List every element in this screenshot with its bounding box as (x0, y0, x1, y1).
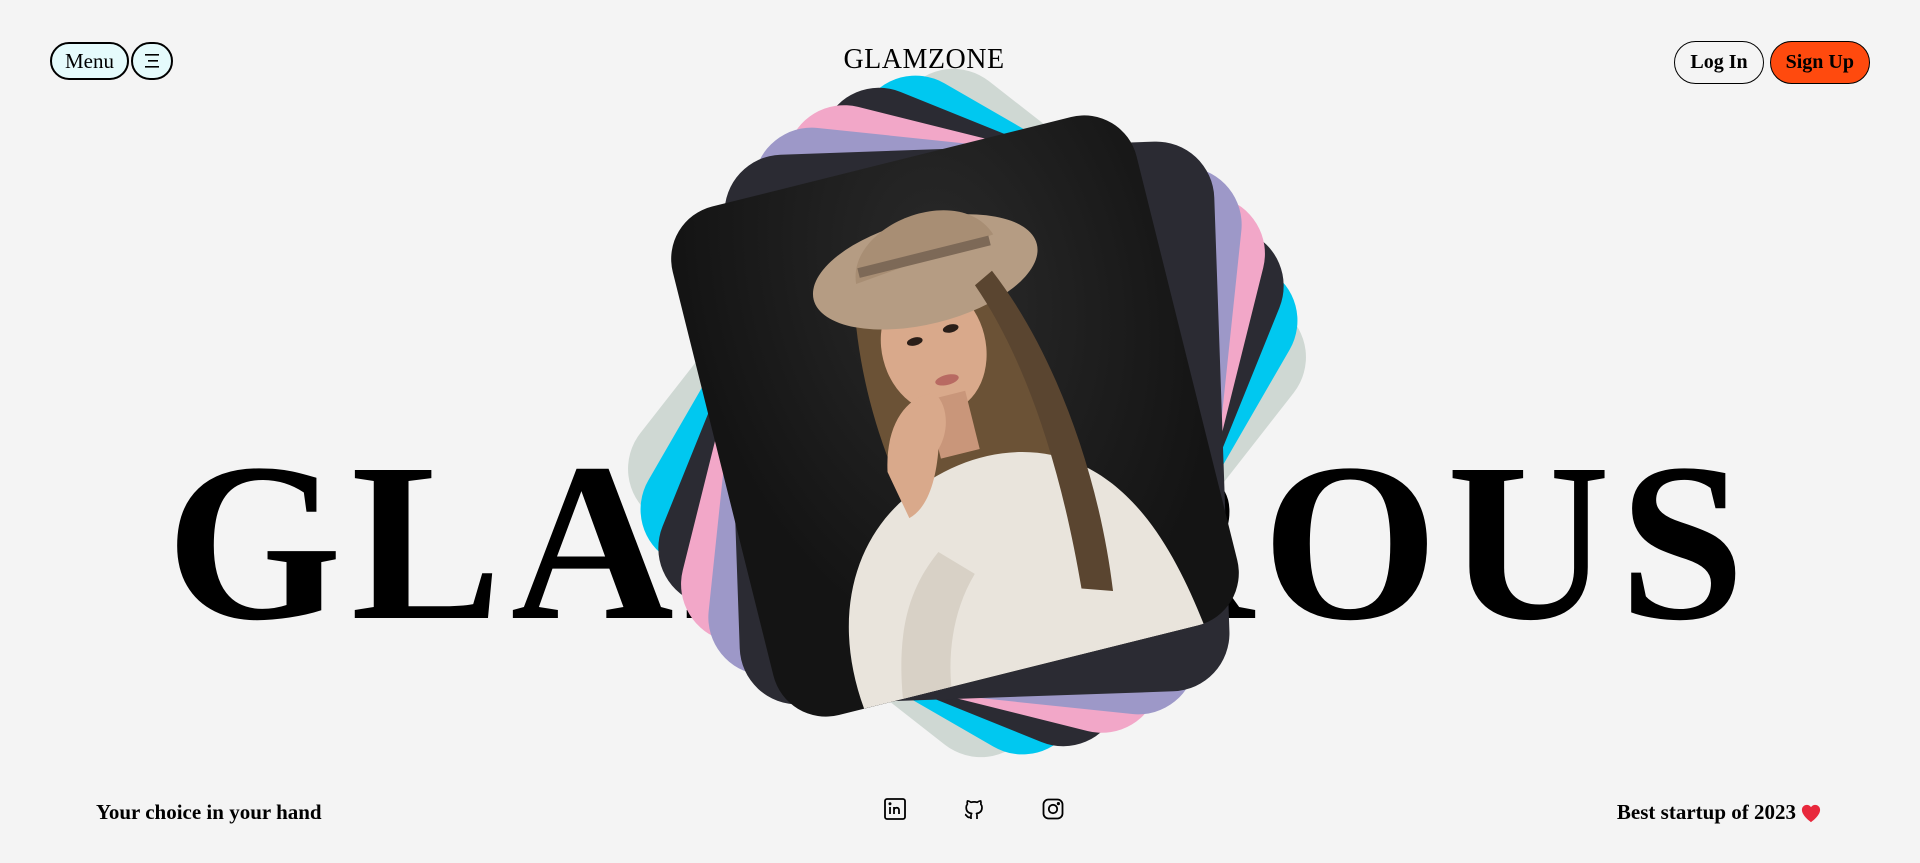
instagram-icon[interactable] (1040, 796, 1066, 822)
header: Menu GLAMZONE Log In Sign Up (0, 0, 1920, 125)
tagline: Your choice in your hand (96, 800, 322, 824)
heart-icon (1801, 804, 1821, 822)
auth-buttons: Log In Sign Up (1674, 41, 1870, 84)
hero-headline: GLAMOROUS (166, 417, 1754, 667)
stack-card (604, 45, 1330, 781)
award-text: Best startup of 2023 (1616, 800, 1796, 824)
stack-card (619, 54, 1319, 776)
login-label: Log In (1690, 51, 1748, 73)
social-links (882, 796, 1066, 822)
brand-logo[interactable]: GLAMZONE (0, 44, 1848, 76)
signup-label: Sign Up (1785, 51, 1854, 73)
github-icon[interactable] (961, 796, 987, 822)
award-text-group: Best startup of 2023 (1617, 800, 1822, 825)
linkedin-icon[interactable] (882, 796, 908, 822)
landing-page: Menu GLAMZONE Log In Sign Up GLAMOROUS Y… (0, 0, 1920, 863)
signup-button[interactable]: Sign Up (1769, 41, 1870, 84)
login-button[interactable]: Log In (1674, 41, 1764, 84)
